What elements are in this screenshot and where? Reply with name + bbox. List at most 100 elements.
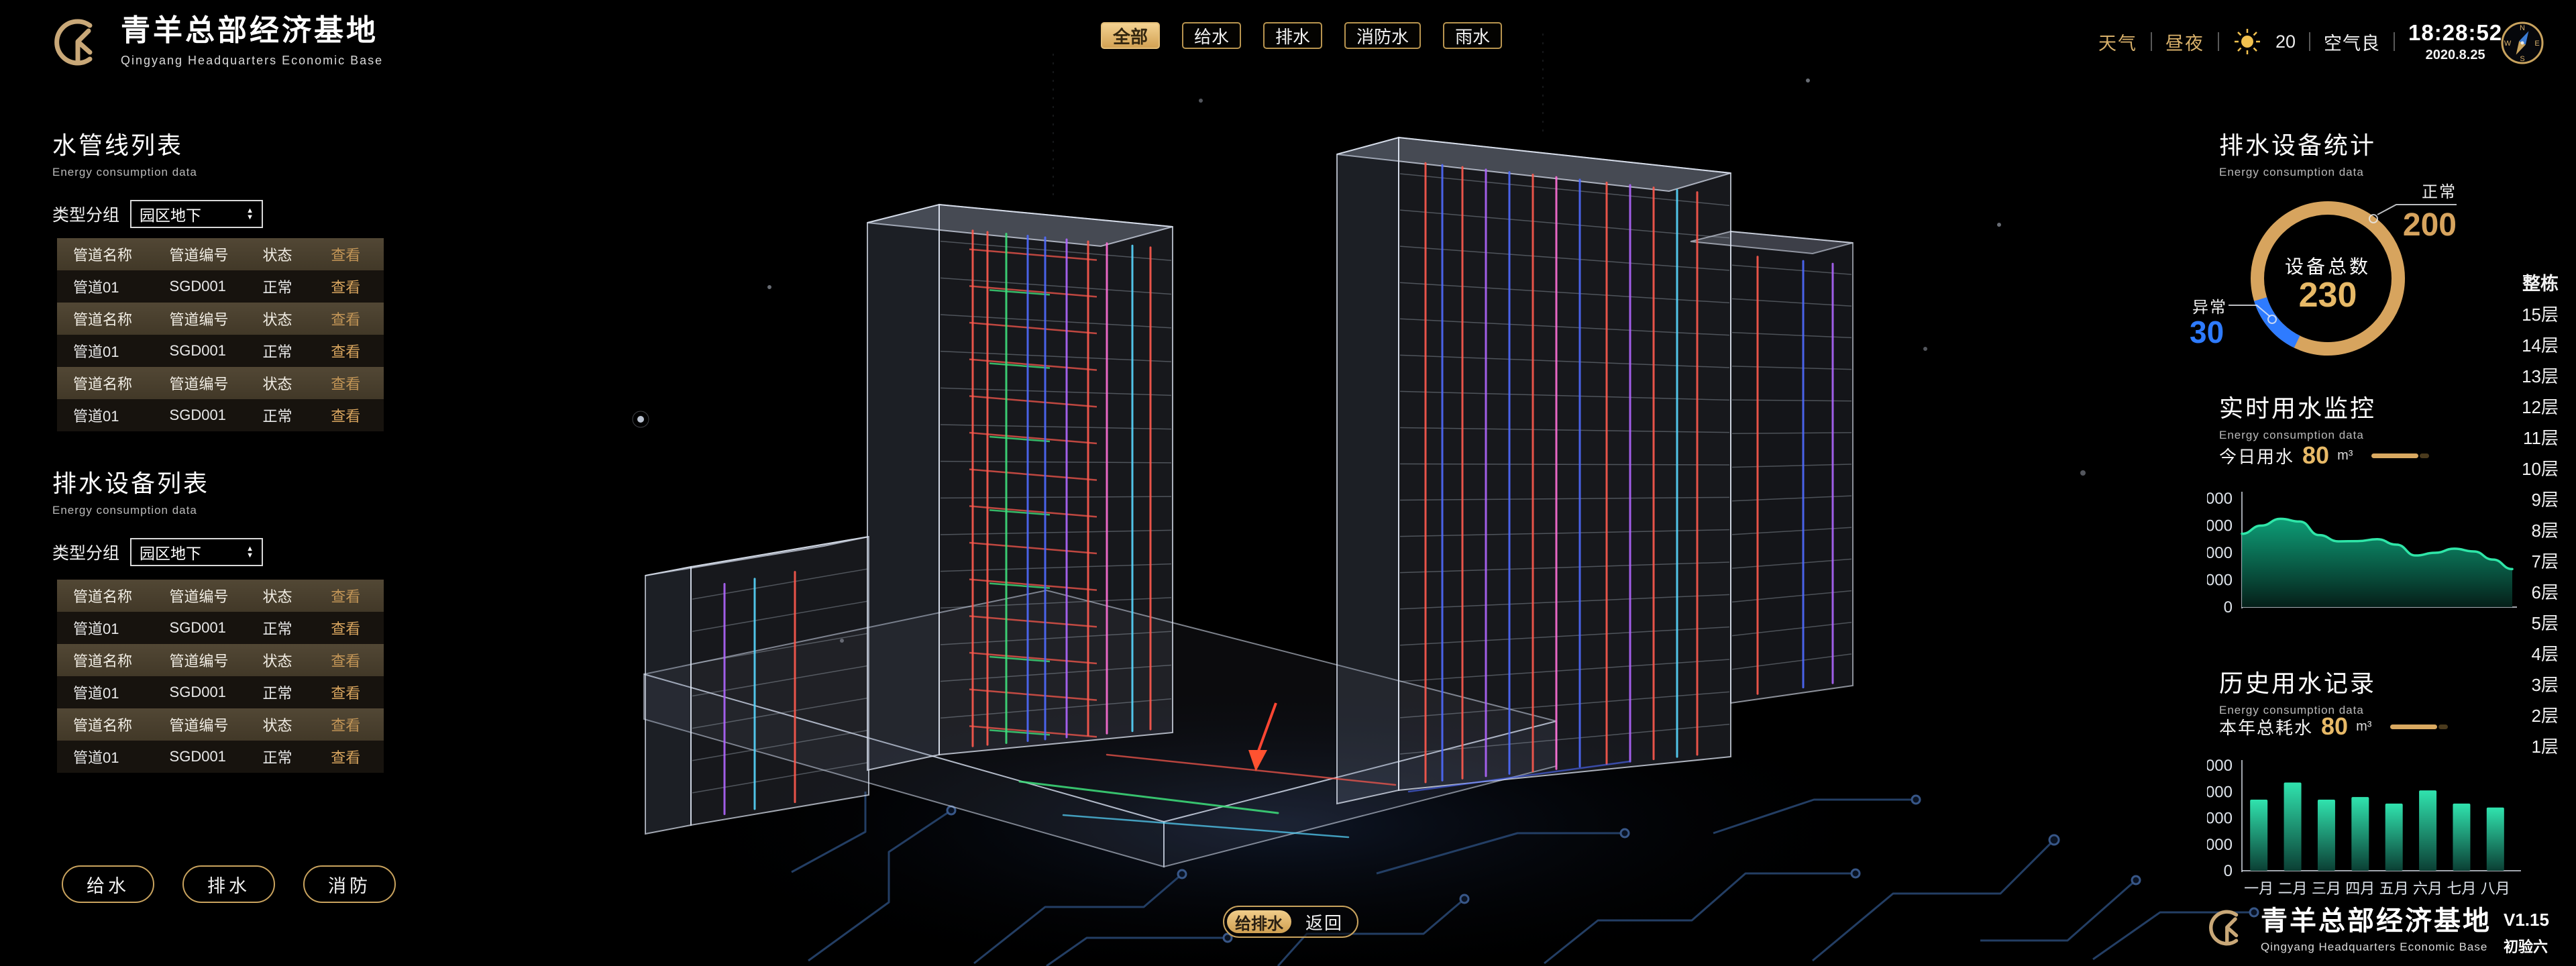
bar-五月	[2385, 804, 2403, 871]
quick-button-排水[interactable]: 排水	[182, 865, 275, 903]
drain-group-filter: 类型分组 园区地下 ▲▼	[52, 538, 263, 566]
table-data-row: 管道01SGD001正常查看	[57, 676, 384, 708]
floor-item-2层[interactable]: 2层	[2522, 700, 2559, 731]
floor-item-8层[interactable]: 8层	[2522, 515, 2559, 546]
floor-item-15层[interactable]: 15层	[2522, 299, 2559, 330]
table-data-row: 管道01SGD001正常查看	[57, 399, 384, 431]
table-cell: 管道编号	[170, 714, 263, 735]
floor-item-13层[interactable]: 13层	[2522, 361, 2559, 392]
table-cell: 状态	[262, 585, 331, 606]
mode-water-drain-button[interactable]: 给排水	[1227, 910, 1291, 933]
table-cell: 管道编号	[170, 244, 263, 265]
x-tick: 一月	[2244, 880, 2273, 897]
table-cell: 管道名称	[57, 372, 170, 394]
quick-button-给水[interactable]: 给水	[62, 865, 154, 903]
view-link[interactable]: 查看	[331, 244, 384, 265]
table-cell: 状态	[262, 372, 331, 394]
table-cell: 状态	[262, 649, 331, 671]
divider	[2394, 32, 2395, 51]
building-3d-view[interactable]	[0, 0, 2576, 966]
table-cell: 状态	[262, 714, 331, 735]
dashboard-root: 青羊总部经济基地 Qingyang Headquarters Economic …	[0, 0, 2576, 966]
footer-brand: 青羊总部经济基地 Qingyang Headquarters Economic …	[2204, 906, 2549, 957]
floor-item-14层[interactable]: 14层	[2522, 330, 2559, 361]
floor-item-12层[interactable]: 12层	[2522, 392, 2559, 423]
floor-item-5层[interactable]: 5层	[2522, 608, 2559, 639]
realtime-area-chart: 01000200030004000	[2207, 476, 2522, 624]
history-bar-chart: 01000200030004000一月二月三月四月五月六月七月八月	[2207, 751, 2529, 906]
version-label: V1.15	[2504, 911, 2549, 928]
pipe-group-select[interactable]: 园区地下 ▲▼	[130, 200, 263, 228]
x-tick: 六月	[2413, 880, 2443, 897]
table-cell: 管道名称	[57, 585, 170, 606]
divider	[2309, 32, 2310, 51]
floor-item-1层[interactable]: 1层	[2522, 731, 2559, 762]
panel-subtitle: Energy consumption data	[52, 504, 209, 517]
table-cell: 管道01	[57, 682, 170, 703]
back-button[interactable]: 返回	[1291, 910, 1357, 934]
filter-tab-消防水[interactable]: 消防水	[1344, 22, 1421, 49]
table-cell: 管道编号	[170, 308, 263, 329]
view-link[interactable]: 查看	[331, 405, 384, 426]
filter-tab-给水[interactable]: 给水	[1182, 22, 1241, 49]
svg-text:S: S	[2520, 55, 2524, 63]
view-link[interactable]: 查看	[331, 617, 384, 639]
y-tick: 0	[2224, 598, 2233, 616]
view-link[interactable]: 查看	[331, 308, 384, 329]
divider	[2151, 32, 2152, 51]
floor-item-4层[interactable]: 4层	[2522, 639, 2559, 669]
view-link[interactable]: 查看	[331, 585, 384, 606]
floor-item-7层[interactable]: 7层	[2522, 546, 2559, 577]
filter-tab-排水[interactable]: 排水	[1263, 22, 1322, 49]
select-arrows-icon: ▲▼	[246, 545, 254, 559]
compass-icon[interactable]: N E S W	[2497, 17, 2548, 68]
bar-三月	[2318, 800, 2335, 871]
pipe-filter-tabs: 全部给水排水消防水雨水	[1101, 22, 1502, 49]
view-link[interactable]: 查看	[331, 649, 384, 671]
view-link[interactable]: 查看	[331, 276, 384, 297]
filter-tab-全部[interactable]: 全部	[1101, 22, 1160, 49]
floor-item-10层[interactable]: 10层	[2522, 453, 2559, 484]
floor-item-整栋[interactable]: 整栋	[2522, 268, 2559, 299]
view-link[interactable]: 查看	[331, 714, 384, 735]
divider	[2218, 32, 2219, 51]
daynight-button[interactable]: 昼夜	[2165, 29, 2204, 55]
table-cell: 管道编号	[170, 372, 263, 394]
y-tick: 3000	[2207, 517, 2233, 535]
pipe-group-filter: 类型分组 园区地下 ▲▼	[52, 200, 263, 228]
panel-subtitle: Energy consumption data	[2219, 429, 2376, 442]
x-tick: 五月	[2379, 880, 2409, 897]
x-tick: 四月	[2345, 880, 2375, 897]
app-logo-icon	[48, 13, 106, 71]
drain-group-select[interactable]: 园区地下 ▲▼	[130, 538, 263, 566]
view-link[interactable]: 查看	[331, 682, 384, 703]
quick-button-消防[interactable]: 消防	[303, 865, 396, 903]
floor-item-11层[interactable]: 11层	[2522, 423, 2559, 453]
temperature-value: 20	[2275, 32, 2296, 52]
weather-button[interactable]: 天气	[2098, 29, 2137, 55]
x-tick: 三月	[2312, 880, 2341, 897]
y-tick: 1000	[2207, 836, 2233, 854]
clock: 18:28:52 2020.8.25	[2408, 21, 2502, 62]
floor-item-6层[interactable]: 6层	[2522, 577, 2559, 608]
table-cell: 状态	[262, 244, 331, 265]
table-cell: 管道名称	[57, 244, 170, 265]
bar-八月	[2487, 808, 2504, 871]
floor-item-9层[interactable]: 9层	[2522, 484, 2559, 515]
panel-title: 实时用水监控	[2219, 389, 2376, 424]
y-tick: 4000	[2207, 490, 2233, 508]
floor-selector: 整栋15层14层13层12层11层10层9层8层7层6层5层4层3层2层1层	[2522, 268, 2559, 762]
view-link[interactable]: 查看	[331, 372, 384, 394]
x-tick: 二月	[2278, 880, 2308, 897]
floor-item-3层[interactable]: 3层	[2522, 669, 2559, 700]
filter-tab-雨水[interactable]: 雨水	[1443, 22, 1502, 49]
area-fill	[2242, 519, 2512, 607]
view-link[interactable]: 查看	[331, 340, 384, 362]
view-link[interactable]: 查看	[331, 746, 384, 767]
panel-title: 水管线列表	[52, 126, 197, 161]
table-cell: 管道名称	[57, 714, 170, 735]
table-header-row: 管道名称管道编号状态查看	[57, 303, 384, 335]
panel-subtitle: Energy consumption data	[2219, 166, 2376, 179]
table-cell: 状态	[262, 308, 331, 329]
bar-二月	[2284, 783, 2302, 871]
